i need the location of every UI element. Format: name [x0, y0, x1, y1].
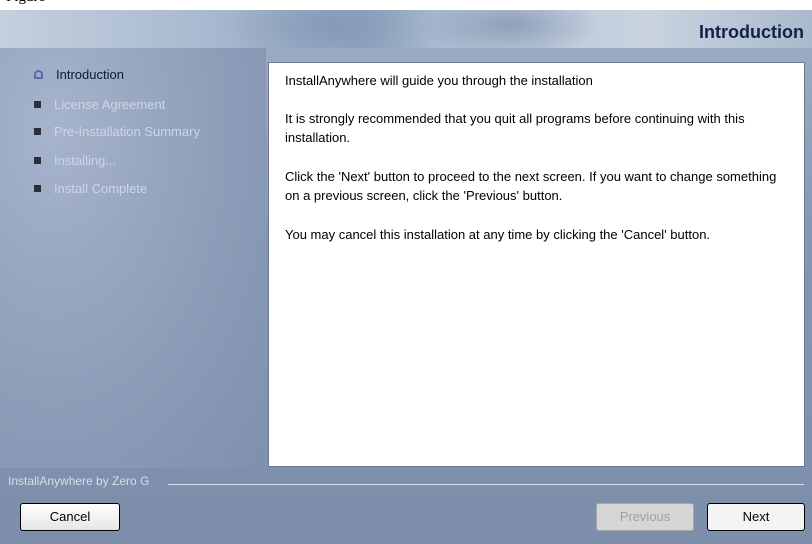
navigation-paragraph: Click the 'Next' button to proceed to th…: [285, 169, 777, 203]
step-label: Installing...: [54, 153, 117, 168]
step-label: License Agreement: [54, 97, 166, 112]
step-license-agreement: License Agreement: [34, 97, 165, 112]
bullet-icon: [34, 157, 41, 164]
brand-label: InstallAnywhere by Zero G: [8, 474, 150, 488]
step-label: Pre-Installation Summary: [54, 124, 200, 139]
page-title: Introduction: [699, 22, 804, 42]
steps-sidebar: Introduction License Agreement Pre-Insta…: [0, 48, 266, 468]
current-step-icon: [34, 70, 43, 79]
previous-button[interactable]: Previous: [596, 503, 694, 531]
header-banner: Introduction: [0, 10, 812, 48]
step-introduction: Introduction: [34, 67, 124, 82]
cancel-button[interactable]: Cancel: [20, 503, 120, 531]
step-pre-installation-summary: Pre-Installation Summary: [34, 124, 200, 139]
step-label: Install Complete: [54, 181, 148, 196]
bullet-icon: [34, 128, 41, 135]
step-install-complete: Install Complete: [34, 181, 147, 196]
banner-decoration: [220, 10, 440, 48]
cropped-caption: Figure: [0, 0, 812, 10]
installer-window: Introduction License Agreement Pre-Insta…: [0, 48, 812, 544]
next-button[interactable]: Next: [707, 503, 805, 531]
cancel-paragraph: You may cancel this installation at any …: [285, 227, 711, 242]
bullet-icon: [34, 185, 41, 192]
footer-divider: [168, 484, 804, 485]
intro-paragraph: InstallAnywhere will guide you through t…: [285, 73, 593, 88]
quit-programs-paragraph: It is strongly recommended that you quit…: [285, 111, 745, 145]
banner-decoration-2: [420, 10, 600, 48]
step-label: Introduction: [56, 67, 124, 82]
bullet-icon: [34, 101, 41, 108]
step-installing: Installing...: [34, 153, 116, 168]
content-panel: InstallAnywhere will guide you through t…: [268, 62, 805, 467]
